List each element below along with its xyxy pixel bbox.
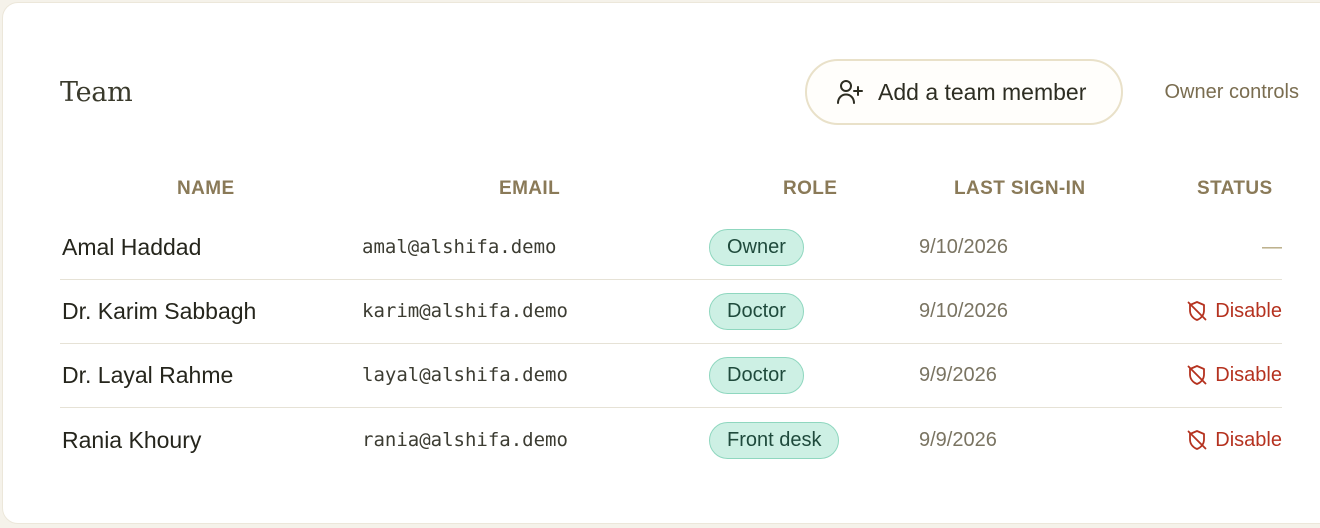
add-team-member-button[interactable]: Add a team member — [805, 59, 1123, 125]
user-plus-icon — [836, 78, 864, 106]
column-header-status[interactable]: STATUS — [1197, 178, 1273, 200]
role-cell: Doctor — [709, 343, 804, 407]
role-badge: Doctor — [709, 356, 804, 394]
member-name: Dr. Karim Sabbagh — [62, 297, 257, 324]
status-none: — — [1262, 235, 1282, 258]
table-row: Dr. Karim Sabbagh karim@alshifa.demo Doc… — [60, 279, 1282, 344]
role-cell: Owner — [709, 215, 804, 279]
member-email: karim@alshifa.demo — [362, 300, 568, 322]
member-name: Amal Haddad — [62, 233, 202, 260]
status-cell: — — [1262, 215, 1282, 279]
role-cell: Front desk — [709, 408, 840, 472]
shield-off-icon — [1186, 300, 1208, 322]
disable-label: Disable — [1215, 428, 1282, 451]
last-sign-in: 9/9/2026 — [919, 428, 997, 451]
column-header-name[interactable]: NAME — [177, 178, 235, 200]
shield-off-icon — [1186, 364, 1208, 386]
add-team-member-label: Add a team member — [878, 78, 1087, 105]
disable-button[interactable]: Disable — [1186, 364, 1282, 387]
shield-off-icon — [1186, 429, 1208, 451]
status-cell: Disable — [1186, 408, 1282, 472]
member-name: Dr. Layal Rahme — [62, 361, 234, 388]
last-sign-in: 9/10/2026 — [919, 235, 1008, 258]
page-title: Team — [60, 77, 133, 108]
member-email: amal@alshifa.demo — [362, 236, 557, 258]
role-badge: Doctor — [709, 292, 804, 330]
member-email: rania@alshifa.demo — [362, 429, 568, 451]
disable-label: Disable — [1215, 299, 1282, 322]
status-cell: Disable — [1186, 279, 1282, 343]
disable-label: Disable — [1215, 363, 1282, 386]
column-header-email[interactable]: EMAIL — [499, 178, 560, 200]
table-row: Dr. Layal Rahme layal@alshifa.demo Docto… — [60, 343, 1282, 408]
team-card: Team Add a team member Owner controls NA… — [2, 2, 1320, 524]
role-badge: Owner — [709, 228, 804, 266]
status-cell: Disable — [1186, 343, 1282, 407]
role-cell: Doctor — [709, 279, 804, 343]
table-row: Rania Khoury rania@alshifa.demo Front de… — [60, 408, 1282, 472]
member-name: Rania Khoury — [62, 426, 202, 453]
column-header-role[interactable]: ROLE — [783, 178, 837, 200]
last-sign-in: 9/9/2026 — [919, 363, 997, 386]
table-row: Amal Haddad amal@alshifa.demo Owner 9/10… — [60, 215, 1282, 280]
last-sign-in: 9/10/2026 — [919, 299, 1008, 322]
member-email: layal@alshifa.demo — [362, 364, 568, 386]
owner-controls-link[interactable]: Owner controls — [1165, 81, 1300, 104]
column-header-last-sign-in[interactable]: LAST SIGN-IN — [954, 178, 1085, 200]
disable-button[interactable]: Disable — [1186, 300, 1282, 323]
role-badge: Front desk — [709, 421, 840, 459]
disable-button[interactable]: Disable — [1186, 429, 1282, 452]
